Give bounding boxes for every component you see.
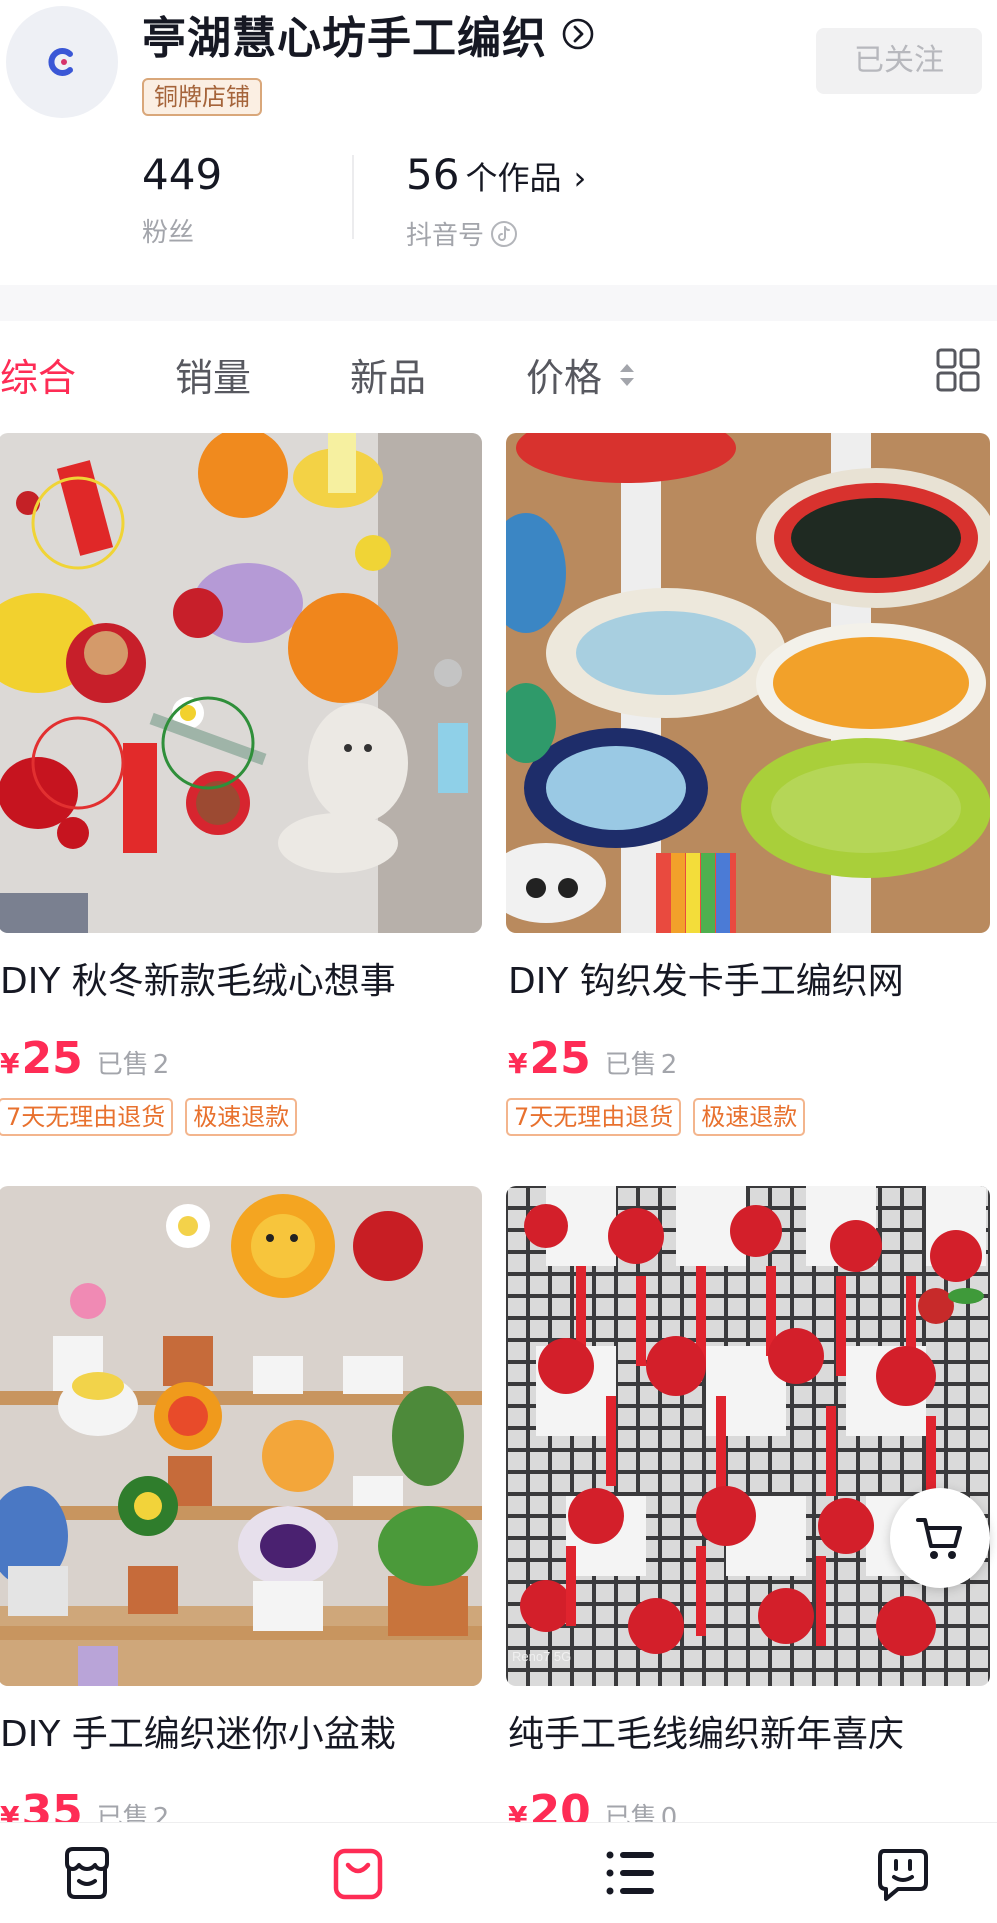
price-row: ¥ 25 已售 2 (0, 1033, 482, 1084)
fast-refund-tag: 极速退款 (185, 1098, 298, 1136)
fans-label: 粉丝 (142, 212, 222, 249)
price-row: ¥ 25 已售 2 (506, 1033, 990, 1084)
product-title: DIY 钩织发卡手工编织网 (508, 961, 904, 1002)
product-title: DIY 秋冬新款毛绒心想事 (0, 961, 396, 1002)
product-photo (506, 433, 990, 933)
works-suffix: 个作品 (465, 159, 562, 197)
sort-tab-price-label: 价格 (526, 356, 603, 400)
shop-logo-icon (48, 48, 73, 76)
works-count-row: 56 个作品 › (406, 150, 586, 203)
sort-tab-price[interactable]: 价格 (526, 347, 638, 402)
product-image-potted-plants[interactable] (0, 1186, 482, 1686)
product-title: 纯手工毛线编织新年喜庆 (508, 1714, 905, 1755)
shop-home-icon[interactable] (57, 1843, 117, 1903)
price-symbol: ¥ (508, 1047, 528, 1080)
douyin-label: 抖音号 (406, 215, 586, 252)
sold-label: 已售 (604, 1050, 657, 1080)
cart-button[interactable] (890, 1488, 990, 1588)
return-policy-tag: 7天无理由退货 (0, 1098, 174, 1136)
price-symbol: ¥ (0, 1047, 20, 1080)
works-count: 56 (406, 150, 460, 199)
shopping-bag-icon[interactable] (328, 1843, 388, 1903)
sort-tab-comprehensive[interactable]: 综合 (0, 347, 76, 402)
customer-service-icon[interactable] (872, 1843, 932, 1903)
product-card[interactable]: DIY 钩织发卡手工编织网 ¥ 25 已售 2 7天无理由退货 极速退款 (506, 433, 990, 1136)
follow-button[interactable]: 已关注 (816, 28, 982, 94)
product-photo (0, 1186, 482, 1686)
tag-row: 7天无理由退货 极速退款 (506, 1098, 990, 1136)
photo-watermark: Reno7 5G (512, 1649, 572, 1664)
sold-count: 2 (660, 1050, 678, 1080)
product-card[interactable]: DIY 秋冬新款毛绒心想事 ¥ 25 已售 2 7天无理由退货 极速退款 (0, 433, 482, 1136)
sort-arrows-icon (620, 363, 635, 386)
product-image-keychains[interactable] (0, 433, 482, 933)
bottom-nav (0, 1822, 997, 1923)
section-gap (0, 285, 997, 321)
works-chevron: › (573, 159, 587, 197)
fans-stat[interactable]: 449 粉丝 (142, 150, 222, 249)
product-image-new-year-ornaments[interactable]: Reno7 5G (506, 1186, 990, 1686)
product-photo (506, 1186, 990, 1686)
chevron-right-circle-icon (562, 18, 594, 50)
shop-avatar[interactable] (6, 6, 118, 118)
shop-name: 亭湖慧心坊手工编织 (142, 13, 547, 64)
grid-view-icon[interactable] (935, 347, 981, 393)
sold-count: 2 (152, 1050, 170, 1080)
douyin-label-text: 抖音号 (406, 221, 485, 251)
product-card[interactable]: DIY 手工编织迷你小盆栽 ¥ 35 已售 2 (0, 1186, 482, 1837)
sort-tab-sales[interactable]: 销量 (175, 347, 251, 402)
shop-name-row[interactable]: 亭湖慧心坊手工编织 (142, 6, 595, 64)
category-list-icon[interactable] (600, 1843, 660, 1903)
product-image-hair-clips[interactable] (506, 433, 990, 933)
shopping-cart-icon (916, 1518, 962, 1559)
fast-refund-tag: 极速退款 (693, 1098, 806, 1136)
shop-level-badge: 铜牌店铺 (142, 78, 262, 116)
fans-label-text: 粉丝 (142, 218, 195, 248)
price-value: 25 (529, 1033, 591, 1084)
shop-header: 亭湖慧心坊手工编织 铜牌店铺 已关注 449 粉丝 56 个作品 › 抖音号 (0, 0, 997, 285)
return-policy-tag: 7天无理由退货 (506, 1098, 682, 1136)
tag-row: 7天无理由退货 极速退款 (0, 1098, 482, 1136)
sold-label: 已售 (96, 1050, 149, 1080)
sort-tab-new[interactable]: 新品 (350, 347, 426, 402)
product-title: DIY 手工编织迷你小盆栽 (0, 1714, 396, 1755)
product-photo (0, 433, 482, 933)
works-stat[interactable]: 56 个作品 › 抖音号 (406, 150, 586, 252)
fans-count: 449 (142, 150, 223, 199)
stat-divider (352, 155, 354, 239)
price-value: 25 (21, 1033, 83, 1084)
douyin-logo-icon (491, 220, 518, 247)
sort-bar: 综合 销量 新品 价格 (0, 321, 997, 433)
